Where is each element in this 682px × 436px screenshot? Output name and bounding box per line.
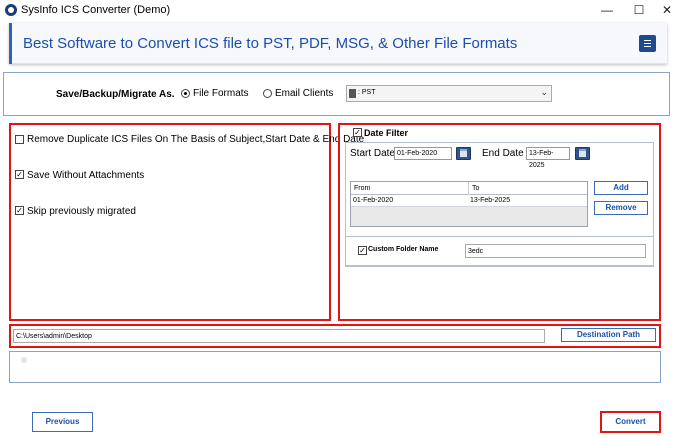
start-date-input[interactable]: 01-Feb-2020 [394,147,452,160]
status-panel [9,351,661,383]
banner-accent-bar [9,23,12,64]
custom-folder-label[interactable]: Custom Folder Name [368,246,438,253]
file-formats-radio-label[interactable]: File Formats [193,88,249,99]
end-date-input[interactable]: 13-Feb-2025 [526,147,570,169]
window-title: SysInfo ICS Converter (Demo) [21,4,171,16]
format-dropdown[interactable]: : PST ⌄ [346,85,552,102]
maximize-button[interactable]: ☐ [625,1,653,19]
email-clients-radio-label[interactable]: Email Clients [275,88,333,99]
table-cell-to: 13-Feb-2025 [470,197,511,204]
date-range-table: From To 01-Feb-2020 13-Feb-2025 [350,181,588,227]
banner-title: Best Software to Convert ICS file to PST… [23,35,518,52]
column-header-from: From [354,185,371,192]
app-logo-icon [5,4,17,16]
email-clients-radio[interactable] [263,89,272,98]
date-filter-label[interactable]: Date Filter [364,128,408,138]
save-as-label: Save/Backup/Migrate As. [56,89,175,100]
table-cell-from: 01-Feb-2020 [353,197,394,204]
close-button[interactable]: ✕ [653,1,681,19]
pst-file-icon [349,89,356,98]
custom-folder-checkbox[interactable]: ✓ [358,246,367,255]
status-indicator [21,357,27,363]
custom-folder-input[interactable]: 3edc [465,244,646,258]
save-without-attachments-label[interactable]: Save Without Attachments [27,170,144,181]
title-bar: SysInfo ICS Converter (Demo) — ☐ ✕ [0,0,682,20]
skip-previously-migrated-label[interactable]: Skip previously migrated [27,206,136,217]
file-formats-radio[interactable] [181,89,190,98]
column-divider [468,182,469,195]
format-dropdown-value: : PST [358,89,376,96]
skip-previously-migrated-checkbox[interactable]: ✓ [15,206,24,215]
end-date-calendar-icon[interactable] [575,147,590,160]
minimize-button[interactable]: — [593,1,621,19]
date-filter-checkbox[interactable]: ✓ [353,128,362,137]
remove-duplicates-checkbox[interactable] [15,135,24,144]
start-date-calendar-icon[interactable] [456,147,471,160]
table-row[interactable]: 01-Feb-2020 13-Feb-2025 [351,195,587,207]
destination-path-input[interactable]: C:\Users\admin\Desktop [13,329,545,343]
column-header-to: To [472,185,480,192]
convert-button[interactable]: Convert [602,413,659,431]
save-without-attachments-checkbox[interactable]: ✓ [15,170,24,179]
chevron-down-icon[interactable]: ⌄ [540,87,548,98]
hamburger-menu-icon[interactable] [639,35,656,52]
end-date-label: End Date : [482,148,530,159]
start-date-label: Start Date : [350,148,401,159]
remove-range-button[interactable]: Remove [594,201,648,215]
options-panel [9,123,331,321]
remove-duplicates-label[interactable]: Remove Duplicate ICS Files On The Basis … [27,134,364,145]
previous-button[interactable]: Previous [32,412,93,432]
header-banner: Best Software to Convert ICS file to PST… [9,23,667,64]
destination-path-button[interactable]: Destination Path [561,328,656,342]
table-header: From To [351,182,587,195]
add-range-button[interactable]: Add [594,181,648,195]
